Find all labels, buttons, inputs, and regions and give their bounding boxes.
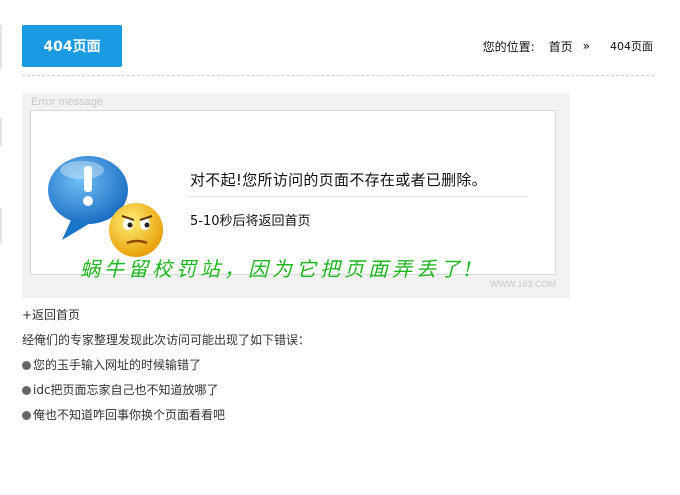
breadcrumb-home-link[interactable]: 首页 bbox=[549, 38, 573, 55]
reason-item: 俺也不知道咋回事你换个页面看看吧 bbox=[22, 408, 310, 433]
left-edge-segment bbox=[0, 208, 2, 244]
breadcrumb-label: 您的位置: bbox=[482, 39, 535, 54]
left-edge-segment bbox=[0, 25, 2, 69]
breadcrumb-current: 404页面 bbox=[610, 40, 653, 53]
reason-text: 俺也不知道咋回事你换个页面看看吧 bbox=[33, 408, 226, 422]
message-divider bbox=[188, 196, 528, 197]
page-title-tab[interactable]: 404页面 bbox=[22, 25, 122, 67]
breadcrumb-separator: » bbox=[582, 39, 590, 53]
bullet-icon bbox=[22, 361, 31, 370]
speech-bubble-smiley-icon bbox=[48, 156, 163, 257]
left-edge-strip bbox=[0, 0, 3, 495]
back-home-line: +返回首页 bbox=[22, 308, 310, 333]
error-image-label: Error message bbox=[31, 96, 104, 108]
reason-text: idc把页面忘家自己也不知道放哪了 bbox=[33, 383, 219, 397]
snail-caption: 蜗牛留校罚站，因为它把页面弄丢了! bbox=[80, 257, 477, 281]
reason-item: 您的玉手输入网址的时候输错了 bbox=[22, 358, 310, 383]
bullet-icon bbox=[22, 386, 31, 395]
watermark: WWW.163.COM bbox=[489, 279, 556, 289]
intro-text: 经俺们的专家整理发现此次访问可能出现了如下错误： bbox=[22, 333, 311, 347]
reason-item: idc把页面忘家自己也不知道放哪了 bbox=[22, 383, 310, 408]
error-illustration: Error message 对不起!您所访问的页面不存在或者已删除。 5-10秒… bbox=[22, 93, 570, 298]
redirect-notice: 5-10秒后将返回首页 bbox=[190, 214, 311, 229]
left-edge-segment bbox=[0, 118, 2, 146]
error-content: +返回首页 经俺们的专家整理发现此次访问可能出现了如下错误： 您的玉手输入网址的… bbox=[22, 308, 310, 433]
header-divider bbox=[22, 75, 654, 76]
reason-text: 您的玉手输入网址的时候输错了 bbox=[33, 358, 202, 372]
back-home-link[interactable]: +返回首页 bbox=[22, 308, 80, 322]
breadcrumb: 您的位置: 首页 » 404页面 bbox=[483, 38, 653, 54]
page-title: 404页面 bbox=[43, 39, 101, 55]
bullet-icon bbox=[22, 411, 31, 420]
error-message: 对不起!您所访问的页面不存在或者已删除。 bbox=[190, 171, 488, 189]
